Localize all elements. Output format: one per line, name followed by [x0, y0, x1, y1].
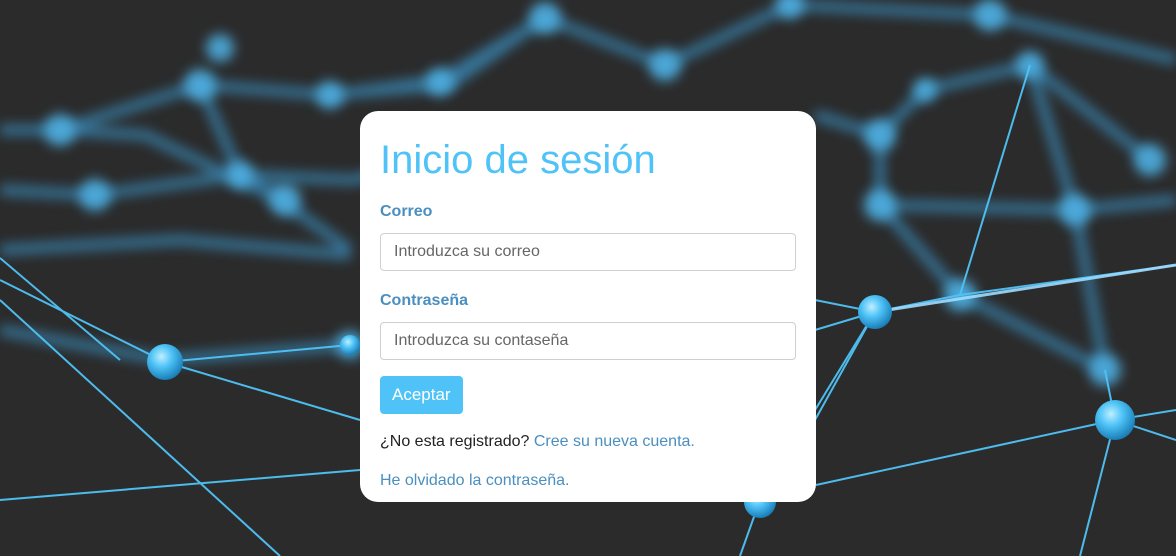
- login-card: Inicio de sesión Correo Contraseña Acept…: [360, 111, 816, 502]
- forgot-password-link[interactable]: He olvidado la contraseña.: [380, 472, 569, 489]
- submit-button[interactable]: Aceptar: [380, 376, 463, 414]
- page-title: Inicio de sesión: [380, 138, 656, 182]
- register-prompt: ¿No esta registrado?: [380, 433, 530, 450]
- email-field[interactable]: [380, 233, 796, 271]
- password-label: Contraseña: [380, 292, 469, 309]
- register-link[interactable]: Cree su nueva cuenta.: [534, 433, 695, 450]
- forgot-line: He olvidado la contraseña.: [380, 471, 796, 491]
- email-label: Correo: [380, 203, 433, 220]
- password-field[interactable]: [380, 322, 796, 360]
- register-line: ¿No esta registrado? Cree su nueva cuent…: [380, 432, 796, 452]
